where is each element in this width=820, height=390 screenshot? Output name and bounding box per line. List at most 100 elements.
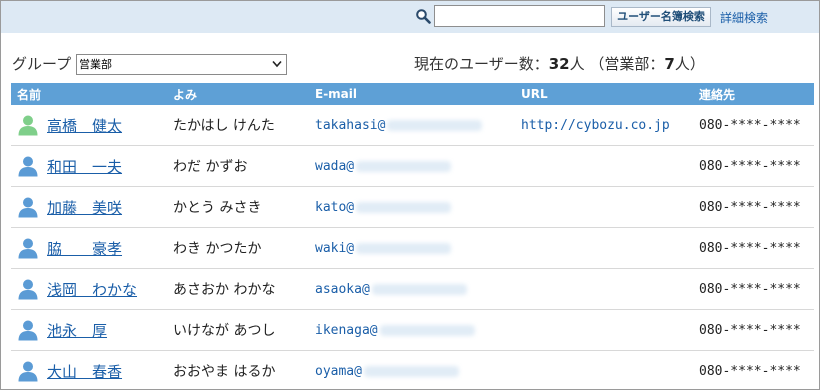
- group-select-value: 営業部: [79, 58, 112, 71]
- email-link[interactable]: wada@: [315, 158, 452, 174]
- user-count-prefix: 現在のユーザー数：: [414, 55, 549, 73]
- user-name-link[interactable]: 高橋 健太: [47, 115, 122, 136]
- email-user: asaoka@: [315, 281, 370, 297]
- email-domain-redacted: [356, 201, 452, 213]
- email-link[interactable]: ikenaga@: [315, 323, 475, 338]
- user-name-link[interactable]: 和田 一夫: [47, 156, 122, 177]
- url-cell: [515, 309, 693, 351]
- url-cell: [515, 227, 693, 269]
- email-domain-redacted: [379, 324, 475, 336]
- header-url[interactable]: URL: [515, 83, 693, 105]
- name-cell: 大山 春香: [11, 350, 167, 389]
- email-cell: asaoka@: [309, 268, 515, 310]
- user-search-button[interactable]: ユーザー名簿検索: [611, 7, 711, 27]
- search-toolbar: ユーザー名簿検索 詳細検索: [1, 1, 819, 33]
- reading-cell: わき かつたか: [167, 227, 309, 269]
- search-icon[interactable]: [415, 8, 431, 24]
- contact-cell: 080-****-****: [693, 227, 814, 269]
- email-cell: waki@: [309, 227, 515, 269]
- name-cell: 和田 一夫: [11, 145, 167, 187]
- user-count-summary: 現在のユーザー数：32人 （営業部：7人）: [414, 53, 705, 74]
- user-table: 名前 よみ E-mail URL 連絡先 高橋 健太 たかはし けんた taka…: [11, 83, 814, 389]
- contact-cell: 080-****-****: [693, 105, 814, 146]
- reading-cell: あさおか わかな: [167, 268, 309, 310]
- header-contact[interactable]: 連絡先: [693, 83, 814, 105]
- user-avatar-icon: [18, 320, 38, 341]
- reading-cell: かとう みさき: [167, 186, 309, 228]
- header-email[interactable]: E-mail: [309, 83, 515, 105]
- user-count-total: 32: [548, 55, 570, 73]
- table-row: 和田 一夫 わだ かずお wada@ 080-****-****: [11, 145, 814, 187]
- user-avatar-icon: [18, 238, 38, 259]
- group-label: グループ: [12, 55, 72, 73]
- email-link[interactable]: asaoka@: [315, 282, 467, 297]
- user-avatar-icon: [18, 361, 38, 382]
- advanced-search-link[interactable]: 詳細検索: [720, 9, 768, 26]
- url-cell: [515, 186, 693, 228]
- user-avatar-icon: [18, 115, 38, 136]
- email-cell: oyama@: [309, 350, 515, 389]
- email-link[interactable]: kato@: [315, 199, 452, 215]
- group-count-close: 人）: [674, 55, 705, 73]
- email-domain-redacted: [363, 365, 459, 377]
- url-cell: [515, 145, 693, 187]
- user-directory-window: ユーザー名簿検索 詳細検索 グループ 営業部 現在のユーザー数：32人 （営業部…: [0, 0, 820, 390]
- email-domain-redacted: [356, 242, 452, 254]
- contact-cell: 080-****-****: [693, 268, 814, 310]
- contact-cell: 080-****-****: [693, 145, 814, 187]
- reading-cell: わだ かずお: [167, 145, 309, 187]
- user-name-link[interactable]: 加藤 美咲: [47, 197, 122, 218]
- email-user: kato@: [315, 199, 355, 215]
- table-row: 脇 豪孝 わき かつたか waki@ 080-****-****: [11, 227, 814, 269]
- email-user: waki@: [315, 240, 355, 256]
- table-row: 浅岡 わかな あさおか わかな asaoka@ 080-****-****: [11, 268, 814, 310]
- user-count-unit: 人: [569, 55, 585, 73]
- user-avatar-icon: [18, 279, 38, 300]
- name-cell: 加藤 美咲: [11, 186, 167, 228]
- email-link[interactable]: takahasi@: [315, 117, 483, 133]
- contact-cell: 080-****-****: [693, 309, 814, 351]
- user-name-link[interactable]: 脇 豪孝: [47, 238, 122, 259]
- contact-cell: 080-****-****: [693, 186, 814, 228]
- user-avatar-icon: [18, 156, 38, 177]
- table-row: 高橋 健太 たかはし けんた takahasi@ http://cybozu.c…: [11, 105, 814, 146]
- email-cell: ikenaga@: [309, 309, 515, 351]
- group-count-value: 7: [664, 55, 675, 73]
- table-row: 大山 春香 おおやま はるか oyama@ 080-****-****: [11, 350, 814, 389]
- url-cell: http://cybozu.co.jp: [515, 105, 693, 146]
- reading-cell: いけなが あつし: [167, 309, 309, 351]
- group-select[interactable]: 営業部: [76, 54, 287, 75]
- header-reading[interactable]: よみ: [167, 83, 309, 105]
- name-cell: 浅岡 わかな: [11, 268, 167, 310]
- name-cell: 高橋 健太: [11, 105, 167, 146]
- group-count-open: （営業部：: [589, 55, 665, 73]
- email-user: wada@: [315, 158, 355, 174]
- reading-cell: おおやま はるか: [167, 350, 309, 389]
- email-link[interactable]: waki@: [315, 240, 452, 256]
- email-user: ikenaga@: [315, 322, 378, 338]
- email-user: oyama@: [315, 363, 362, 379]
- user-avatar-icon: [18, 197, 38, 218]
- url-cell: [515, 268, 693, 310]
- chevron-down-icon: [272, 60, 282, 68]
- user-search-input[interactable]: [434, 5, 605, 27]
- user-name-link[interactable]: 浅岡 わかな: [47, 279, 137, 300]
- user-name-link[interactable]: 大山 春香: [47, 361, 122, 382]
- name-cell: 脇 豪孝: [11, 227, 167, 269]
- email-cell: wada@: [309, 145, 515, 187]
- contact-cell: 080-****-****: [693, 350, 814, 389]
- table-row: 池永 厚 いけなが あつし ikenaga@ 080-****-****: [11, 309, 814, 351]
- user-name-link[interactable]: 池永 厚: [47, 320, 107, 341]
- email-cell: takahasi@: [309, 105, 515, 146]
- email-link[interactable]: oyama@: [315, 364, 459, 379]
- name-cell: 池永 厚: [11, 309, 167, 351]
- url-link[interactable]: http://cybozu.co.jp: [521, 118, 670, 133]
- email-user: takahasi@: [315, 117, 386, 133]
- email-domain-redacted: [371, 283, 467, 295]
- header-name[interactable]: 名前: [11, 83, 167, 105]
- reading-cell: たかはし けんた: [167, 105, 309, 146]
- email-domain-redacted: [356, 160, 452, 172]
- table-row: 加藤 美咲 かとう みさき kato@ 080-****-****: [11, 186, 814, 228]
- email-domain-redacted: [387, 119, 483, 131]
- url-cell: [515, 350, 693, 389]
